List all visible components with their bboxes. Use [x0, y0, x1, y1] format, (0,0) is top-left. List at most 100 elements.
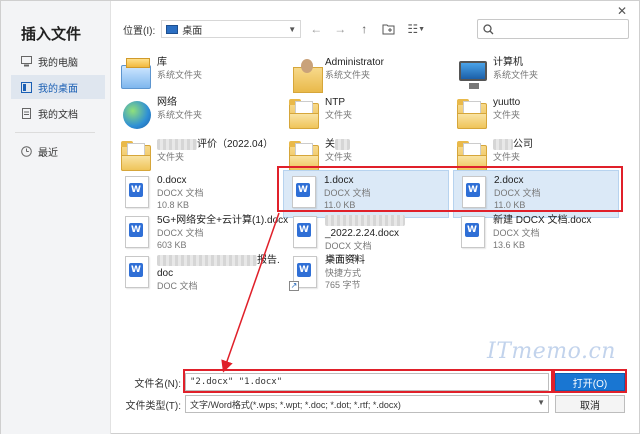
user-folder-icon [287, 55, 323, 95]
filename-highlight-box [183, 369, 555, 393]
file-type: 系统文件夹 [325, 70, 371, 80]
search-input[interactable] [477, 19, 629, 39]
sidebar: 插入文件 我的电脑 我的桌面 我的文档 最近 [1, 1, 111, 434]
list-item[interactable]: NTP 文件夹 [285, 93, 451, 141]
open-button-highlight-box [551, 369, 627, 393]
back-button[interactable]: ← [307, 20, 325, 38]
library-icon [119, 55, 153, 95]
view-mode-button[interactable]: ☷ ▼ [403, 20, 429, 38]
folder-icon [455, 95, 489, 135]
sidebar-item-my-documents[interactable]: 我的文档 [11, 101, 105, 125]
chevron-down-icon: ▼ [288, 24, 297, 34]
file-type: 文件夹 [157, 152, 185, 162]
list-item[interactable]: W ↗ 桌面资料快捷方式 765 字节 [285, 251, 451, 299]
filetype-value: 文字/Word格式(*.wps; *.wpt; *.doc; *.dot; *.… [190, 399, 401, 410]
file-name: 5G+网络安全+云计算(1).docx [157, 215, 289, 226]
sidebar-item-label: 我的文档 [38, 109, 78, 121]
shortcut-icon: W ↗ [287, 253, 321, 293]
cancel-button[interactable]: 取消 [555, 395, 625, 413]
file-name: 公司 [513, 139, 533, 150]
filetype-row: 文件类型(T): 文字/Word格式(*.wps; *.wpt; *.doc; … [117, 395, 549, 413]
file-type: DOC 文档 [157, 281, 198, 291]
folder-icon [287, 95, 321, 135]
file-name: yuutto [493, 97, 521, 108]
sidebar-divider [15, 132, 95, 133]
sidebar-item-my-desktop[interactable]: 我的桌面 [11, 75, 105, 99]
word-doc-icon: W [119, 253, 153, 293]
dialog-title: 插入文件 [21, 25, 82, 43]
file-type: 文件夹 [493, 110, 521, 120]
list-item[interactable]: W 新建 DOCX 文档.docx DOCX 文档 13.6 KB [453, 211, 619, 259]
computer-icon [21, 55, 32, 67]
filename-label: 文件名(N): [134, 378, 181, 390]
file-size: 13.6 KB [493, 240, 526, 250]
file-name: NTP [325, 97, 345, 108]
filetype-label: 文件类型(T): [125, 400, 181, 412]
redacted-text: xxxxxxxxxxxxxxxx [325, 215, 405, 226]
file-name: 网络 [157, 97, 177, 108]
file-type: 系统文件夹 [157, 70, 203, 80]
file-name: 桌面资料 [325, 255, 365, 266]
watermark-text: ITmemo.cn [487, 339, 616, 364]
list-item[interactable]: W xxxxxxxxxxxxxxxxxxxx报告. doc DOC 文档 [117, 251, 283, 299]
file-name: Administrator [325, 57, 384, 68]
file-type: DOCX 文档 [157, 188, 204, 198]
redacted-text: xxx [335, 139, 350, 150]
file-type: 文件夹 [325, 110, 353, 120]
sidebar-item-label: 我的电脑 [38, 57, 78, 69]
file-type: 系统文件夹 [157, 110, 203, 120]
file-name: 库 [157, 57, 167, 68]
file-name: doc [157, 268, 174, 279]
file-type: DOCX 文档 [493, 228, 540, 238]
desktop-icon [166, 24, 179, 34]
chevron-down-icon: ▼ [537, 398, 545, 407]
clock-icon [21, 145, 32, 157]
file-name: 计算机 [493, 57, 523, 68]
file-type: 系统文件夹 [493, 70, 539, 80]
view-list-icon: ☷ [407, 22, 419, 36]
redacted-text: xxxx [493, 139, 513, 150]
sidebar-item-label: 我的桌面 [38, 83, 78, 95]
sidebar-item-recent[interactable]: 最近 [11, 139, 105, 163]
file-size: 603 KB [157, 240, 187, 250]
sidebar-item-label: 最近 [38, 147, 58, 159]
desktop-icon [21, 81, 32, 93]
file-type: 快捷方式 [325, 268, 362, 278]
sidebar-item-my-computer[interactable]: 我的电脑 [11, 49, 105, 73]
file-size: 10.8 KB [157, 200, 190, 210]
word-doc-icon: W [119, 213, 153, 253]
redacted-text: xxxxxxxx [157, 139, 197, 150]
filetype-select[interactable]: 文字/Word格式(*.wps; *.wpt; *.doc; *.dot; *.… [185, 395, 549, 413]
file-name: 报告. [257, 255, 280, 266]
location-label: 位置(I): [123, 25, 156, 37]
word-doc-icon: W [287, 213, 321, 253]
file-name: 0.docx [157, 175, 187, 186]
list-item[interactable]: yuutto 文件夹 [453, 93, 619, 141]
search-icon [483, 23, 494, 34]
network-icon [119, 95, 153, 135]
location-dropdown[interactable]: 桌面 ▼ [161, 20, 302, 38]
computer-icon [455, 55, 489, 95]
up-folder-button[interactable]: ↑ [355, 20, 373, 38]
document-icon [21, 107, 32, 119]
forward-button[interactable]: → [331, 20, 349, 38]
file-type: DOCX 文档 [157, 228, 204, 238]
selection-highlight-box [277, 166, 623, 212]
file-name: 关 [325, 139, 335, 150]
location-bar: 位置(I): 桌面 ▼ ← → ↑ ☷ ▼ [123, 19, 429, 39]
file-type: 文件夹 [493, 152, 521, 162]
file-name: _2022.2.24.docx [325, 228, 399, 239]
close-icon[interactable]: ✕ [617, 4, 627, 18]
location-value: 桌面 [182, 25, 203, 37]
new-folder-button[interactable] [379, 20, 397, 38]
file-name: 新建 DOCX 文档.docx [493, 215, 592, 226]
file-size: 765 字节 [325, 280, 361, 290]
word-doc-icon: W [119, 173, 153, 213]
word-doc-icon: W [455, 213, 489, 253]
insert-file-dialog: 插入文件 我的电脑 我的桌面 我的文档 最近 ✕ 位置(I): 桌面 ▼ ← →… [0, 0, 640, 434]
file-type: 文件夹 [325, 152, 353, 162]
redacted-text: xxxxxxxxxxxxxxxxxxxx [157, 255, 257, 266]
file-name: 评价（2022.04） [197, 139, 274, 150]
new-folder-icon [382, 24, 395, 35]
list-item[interactable]: 网络 系统文件夹 [117, 93, 283, 141]
